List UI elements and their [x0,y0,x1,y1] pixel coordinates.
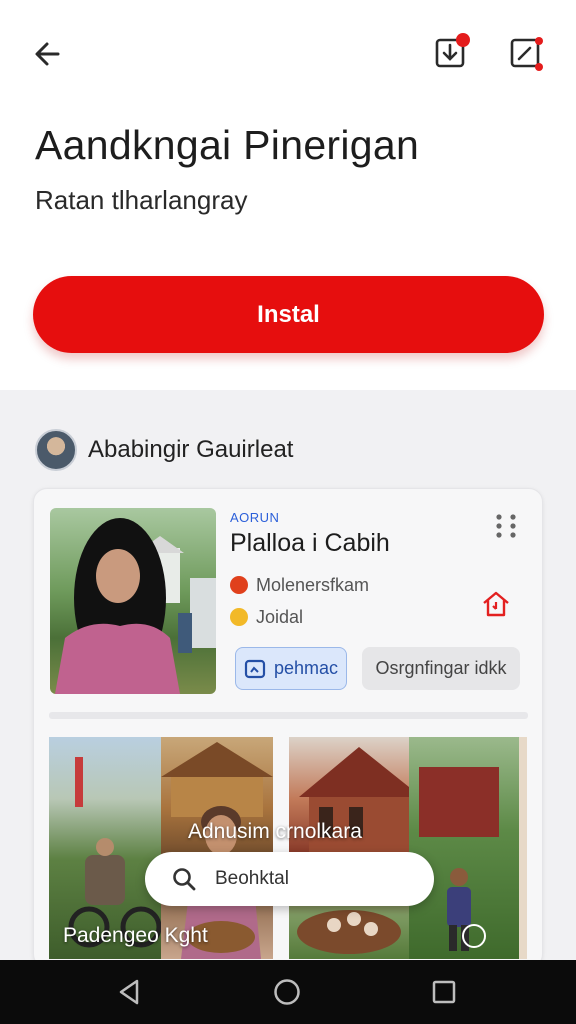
back-arrow-icon [35,42,60,66]
post-meta-2-text: Joidal [256,606,304,627]
back-button[interactable] [30,36,66,72]
flame-icon [230,576,248,594]
post-meta-2: Joidal [230,606,303,628]
post-thumbnail[interactable] [50,508,216,694]
secondary-chip-button[interactable]: Osrgnfingar idkk [362,647,520,690]
image-icon [244,659,266,678]
post-tag: AORUN [230,510,280,525]
home-icon [483,591,509,617]
thumbnail-photo [55,518,216,694]
gallery-photo-3-art [297,747,409,954]
author-name[interactable]: Ababingir Gauirleat [88,436,293,464]
primary-chip-label: pehmac [273,658,339,678]
post-meta-1-text: Molenersfkam [256,574,370,595]
system-navigation-bar [0,960,576,1024]
nav-recents-button[interactable] [426,974,462,1010]
post-meta-1: Molenersfkam [230,574,369,596]
gallery-gap [273,737,289,959]
gallery-photo-4-art [419,767,499,951]
post-title[interactable]: Plalloa i Cabih [230,529,390,558]
app-subtitle: Ratan tlharlangray [35,185,248,215]
more-options-button[interactable] [491,511,521,541]
edit-dot-top [535,37,543,45]
nav-recents-icon [432,980,456,1004]
nav-back-button[interactable] [112,974,148,1010]
app-title: Aandkngai Pinerigan [35,122,420,168]
edit-button[interactable] [507,34,543,71]
search-icon [173,868,196,891]
app-header-section: Aandkngai Pinerigan Ratan tlharlangray I… [0,0,576,390]
divider [49,712,528,719]
smile-icon [230,608,248,626]
more-dots-icon [496,514,516,538]
nav-back-icon [119,979,139,1005]
download-button[interactable] [432,33,470,70]
nav-home-icon [274,979,300,1005]
notification-dot [456,33,470,47]
gallery-photo-5[interactable] [519,737,527,959]
gallery-photo-3[interactable] [289,737,409,959]
edit-dot-bottom [535,63,543,71]
gallery-overlay-caption: Padengeo Kght [63,924,208,947]
install-button[interactable]: Instal [33,276,544,353]
gallery-photo-4[interactable] [409,737,521,959]
home-button[interactable] [480,588,512,620]
gallery-badge-icon[interactable] [462,924,486,948]
nav-home-button[interactable] [269,974,305,1010]
primary-chip-button[interactable]: pehmac [235,647,347,690]
gallery-overlay-title: Adnusim crnolkara [188,820,362,843]
search-bar[interactable]: Beohktal [145,852,434,906]
search-text: Beohktal [215,868,289,889]
author-avatar[interactable] [35,429,77,471]
